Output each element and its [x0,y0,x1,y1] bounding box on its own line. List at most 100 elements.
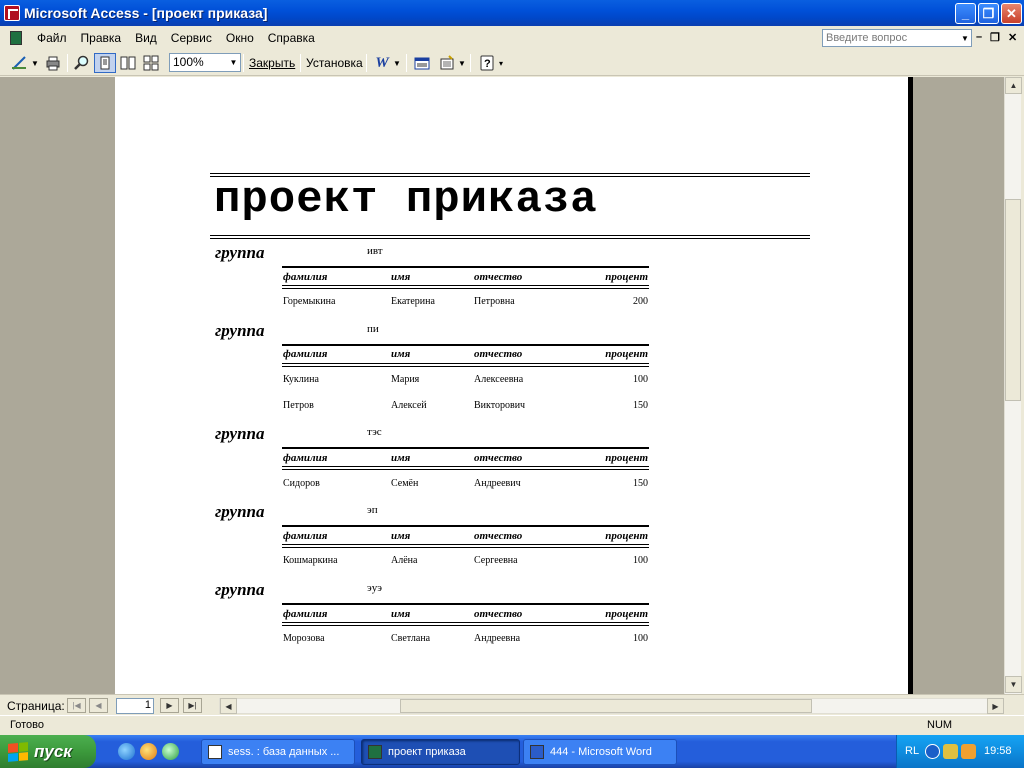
multiple-pages-icon[interactable] [140,53,162,73]
header-rule [282,544,649,545]
header-name: имя [391,530,411,542]
menu-tools[interactable]: Сервис [164,31,219,45]
page-shadow [908,77,913,694]
access-app-icon[interactable] [4,5,20,21]
zoom-combo[interactable]: 100% ▼ [169,53,241,72]
doc-minimize-button[interactable]: – [976,31,982,43]
restore-button[interactable]: ❐ [978,3,999,24]
doc-close-button[interactable]: ✕ [1008,31,1017,44]
report-icon [368,745,382,759]
header-rule [282,366,649,367]
first-page-icon[interactable]: |◀ [67,698,86,713]
page-label: Страница: [7,699,65,713]
header-rule [282,447,649,449]
header-surname: фамилия [283,348,328,360]
scroll-up-icon[interactable]: ▲ [1005,77,1022,94]
magnifier-icon[interactable] [71,53,93,73]
chevron-down-icon[interactable]: ▼ [31,53,39,73]
cell-surname: Кошмаркина [283,555,338,566]
two-pages-icon[interactable] [117,53,139,73]
header-name: имя [391,452,411,464]
next-page-icon[interactable]: ▶ [160,698,179,713]
cell-surname: Куклина [283,374,319,385]
header-percent: процент [605,530,648,542]
report-doc-icon[interactable] [10,31,22,45]
header-rule [282,625,649,626]
header-patronymic: отчество [474,452,523,464]
menu-file[interactable]: Файл [30,31,74,45]
cell-surname: Сидоров [283,478,320,489]
one-page-icon[interactable] [94,53,116,73]
task-report[interactable]: проект приказа [361,739,520,765]
help-question-placeholder: Введите вопрос [826,32,908,44]
group-label: группа [215,424,265,443]
scroll-right-icon[interactable]: ▶ [987,698,1004,714]
cell-surname: Петров [283,400,314,411]
chevron-down-icon[interactable]: ▼ [959,30,971,46]
start-button[interactable]: пуск [0,735,96,768]
menu-view[interactable]: Вид [128,31,164,45]
media-player-icon[interactable] [140,743,157,760]
task-word[interactable]: 444 - Microsoft Word [523,739,677,765]
header-name: имя [391,608,411,620]
print-icon[interactable] [42,53,64,73]
task-label: 444 - Microsoft Word [550,746,652,758]
group-name: эуэ [367,582,382,594]
cell-patronymic: Андреевна [474,633,521,644]
prev-page-icon[interactable]: ◀ [89,698,108,713]
menu-edit[interactable]: Правка [74,31,129,45]
scroll-down-icon[interactable]: ▼ [1005,676,1022,693]
minimize-button[interactable]: _ [955,3,976,24]
title-rule-top [210,173,810,174]
toolbar-options-icon[interactable]: ▾ [497,53,505,73]
header-rule [282,525,649,527]
report-page [115,77,908,694]
title-bar: Microsoft Access - [проект приказа] _ ❐ … [0,0,1024,26]
security-icon[interactable] [961,744,976,759]
chevron-down-icon[interactable]: ▼ [393,53,401,73]
help-icon[interactable]: ? [476,53,498,73]
doc-restore-button[interactable]: ❐ [990,31,1000,44]
scroll-left-icon[interactable]: ◀ [220,698,237,714]
task-database[interactable]: sess. : база данных ... [201,739,355,765]
header-percent: процент [605,452,648,464]
menu-window[interactable]: Окно [219,31,261,45]
num-lock-indicator: NUM [927,719,953,731]
word-export-icon[interactable]: W [371,53,393,73]
group-name: пи [367,323,379,335]
group-name: тэс [367,426,382,438]
cell-patronymic: Сергеевна [474,555,518,566]
last-page-icon[interactable]: ▶| [183,698,202,713]
language-indicator[interactable]: RL [905,745,919,757]
status-text: Готово [10,719,44,731]
word-icon [530,745,544,759]
cell-surname: Морозова [283,633,325,644]
cell-name: Светлана [391,633,431,644]
chevron-down-icon[interactable]: ▼ [458,53,466,73]
horizontal-scrollbar[interactable]: ◀ ▶ [219,698,1004,714]
preview-area [0,77,1004,694]
tray-expand-icon[interactable] [925,744,940,759]
page-setup-button[interactable]: Установка [306,53,363,73]
header-rule [282,466,649,467]
chevron-down-icon[interactable]: ▼ [227,54,240,71]
vertical-scrollbar[interactable]: ▲ ▼ [1004,77,1022,694]
header-name: имя [391,271,411,283]
database-window-icon[interactable] [411,53,433,73]
horizontal-scroll-thumb[interactable] [400,699,812,713]
design-view-icon[interactable] [8,53,30,73]
close-button[interactable]: ✕ [1001,3,1022,24]
new-object-icon[interactable] [436,53,458,73]
vertical-scroll-thumb[interactable] [1005,199,1021,401]
close-preview-button[interactable]: Закрыть [249,53,295,73]
cell-name: Алексей [391,400,427,411]
page-number-input[interactable]: 1 [116,698,154,714]
network-icon[interactable] [943,744,958,759]
show-desktop-icon[interactable] [162,743,179,760]
menu-help[interactable]: Справка [261,31,322,45]
cell-patronymic: Алексеевна [474,374,524,385]
header-rule [282,285,649,286]
cell-name: Екатерина [391,296,435,307]
help-question-input[interactable]: Введите вопрос ▼ [822,29,972,47]
internet-explorer-icon[interactable] [118,743,135,760]
